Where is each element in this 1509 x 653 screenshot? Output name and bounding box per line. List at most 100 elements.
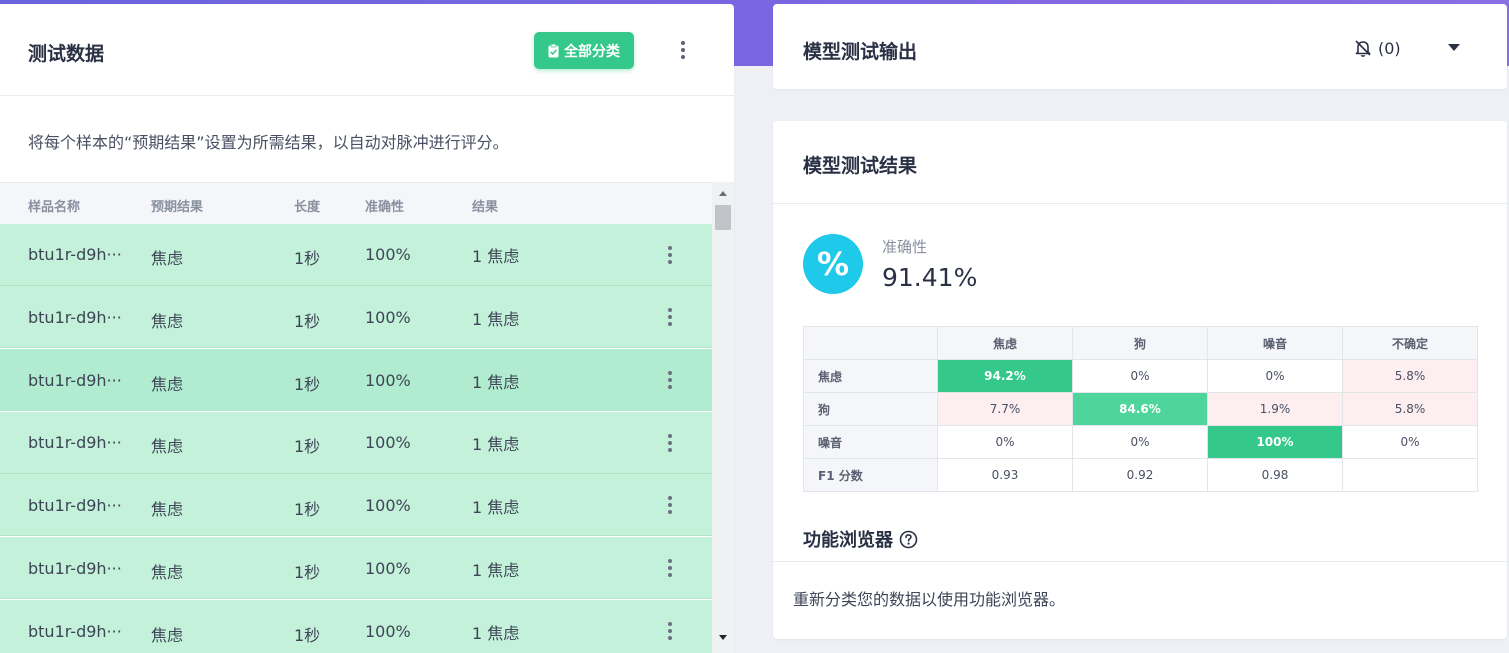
f1-score-cell: 0.93 [937,458,1073,492]
matrix-cell: 5.8% [1342,359,1478,393]
table-scrollbar[interactable] [712,182,734,653]
column-header-result[interactable]: 结果 [472,196,498,215]
sample-length: 1秒 [294,375,321,394]
matrix-column-header: 不确定 [1342,326,1478,360]
scroll-thumb[interactable] [715,205,731,230]
sample-name: btu1r-d9h··· [28,371,122,390]
test-data-panel: 测试数据 全部分类 将每个样本的“预期结果”设置为所需结果，以自动对脉冲进行评分… [0,4,734,653]
table-row[interactable]: btu1r-d9h··· 焦虑 1秒 100% 1 焦虑 [0,412,712,474]
matrix-cell: 0% [1342,425,1478,459]
sample-result: 1 焦虑 [472,624,520,643]
confusion-matrix: 焦虑 狗 噪音 不确定 焦虑 94.2% 0% 0% 5.8% 狗 7.7% 8… [803,326,1478,492]
expected-result[interactable]: 焦虑 [151,245,183,269]
sample-length: 1秒 [294,249,321,268]
matrix-row-header: F1 分数 [803,458,938,492]
sample-accuracy: 100% [365,308,411,327]
sample-result: 1 焦虑 [472,247,520,266]
matrix-column-header: 噪音 [1207,326,1343,360]
bell-off-icon [1355,40,1371,57]
row-menu-icon[interactable] [663,495,677,515]
matrix-cell: 0% [1072,359,1208,393]
test-data-header: 测试数据 全部分类 [0,4,734,96]
column-header-accuracy[interactable]: 准确性 [365,196,404,215]
sample-accuracy: 100% [365,433,411,452]
feature-explorer-message: 重新分类您的数据以使用功能浏览器。 [793,590,1066,609]
matrix-row-header: 狗 [803,392,938,426]
row-menu-icon[interactable] [663,433,677,453]
expected-result[interactable]: 焦虑 [151,559,183,583]
feature-explorer-title: 功能浏览器 [803,526,918,552]
column-header-sample-name[interactable]: 样品名称 [28,196,80,215]
percent-icon: % [803,234,863,294]
feature-explorer-title-text: 功能浏览器 [803,530,893,551]
row-menu-icon[interactable] [663,621,677,641]
expected-result[interactable]: 焦虑 [151,433,183,457]
scroll-up-arrow-icon[interactable] [719,191,727,196]
expected-result[interactable]: 焦虑 [151,308,183,332]
sample-length: 1秒 [294,563,321,582]
matrix-cell: 1.9% [1207,392,1343,426]
row-menu-icon[interactable] [663,370,677,390]
classify-all-label: 全部分类 [564,42,620,59]
model-results-title: 模型测试结果 [803,155,918,177]
table-row[interactable]: btu1r-d9h··· 焦虑 1秒 100% 1 焦虑 [0,600,712,653]
sample-length: 1秒 [294,500,321,519]
row-menu-icon[interactable] [663,307,677,327]
sample-result: 1 焦虑 [472,561,520,580]
column-header-expected[interactable]: 预期结果 [151,196,203,215]
sample-length: 1秒 [294,312,321,331]
matrix-corner [803,326,938,360]
sample-accuracy: 100% [365,245,411,264]
sample-accuracy: 100% [365,559,411,578]
column-header-length[interactable]: 长度 [294,196,320,215]
test-data-rows: btu1r-d9h··· 焦虑 1秒 100% 1 焦虑 btu1r-d9h··… [0,224,712,653]
sample-result: 1 焦虑 [472,435,520,454]
matrix-cell: 7.7% [937,392,1073,426]
classify-all-button[interactable]: 全部分类 [534,32,634,69]
expected-result[interactable]: 焦虑 [151,371,183,395]
sample-accuracy: 100% [365,496,411,515]
matrix-column-header: 狗 [1072,326,1208,360]
sample-name: btu1r-d9h··· [28,559,122,578]
matrix-row-header: 噪音 [803,425,938,459]
table-row[interactable]: btu1r-d9h··· 焦虑 1秒 100% 1 焦虑 [0,224,712,286]
notification-count: (0) [1378,38,1401,58]
sample-name: btu1r-d9h··· [28,245,122,264]
more-options-icon[interactable] [676,40,690,60]
notifications-toggle[interactable]: (0) [1353,38,1401,58]
f1-score-cell [1342,458,1478,492]
collapse-caret-icon[interactable] [1448,44,1460,51]
f1-score-cell: 0.98 [1207,458,1343,492]
f1-score-cell: 0.92 [1072,458,1208,492]
sample-name: btu1r-d9h··· [28,496,122,515]
sample-length: 1秒 [294,437,321,456]
accuracy-value: 91.41% [882,263,978,292]
row-menu-icon[interactable] [663,245,677,265]
sample-name: btu1r-d9h··· [28,622,122,641]
sample-result: 1 焦虑 [472,310,520,329]
sample-name: btu1r-d9h··· [28,308,122,327]
row-menu-icon[interactable] [663,558,677,578]
accuracy-label: 准确性 [882,238,928,256]
matrix-cell: 5.8% [1342,392,1478,426]
matrix-cell: 94.2% [937,359,1073,393]
divider [773,561,1507,562]
table-row[interactable]: btu1r-d9h··· 焦虑 1秒 100% 1 焦虑 [0,349,712,411]
matrix-cell: 0% [937,425,1073,459]
matrix-cell: 0% [1207,359,1343,393]
table-row[interactable]: btu1r-d9h··· 焦虑 1秒 100% 1 焦虑 [0,537,712,599]
table-row[interactable]: btu1r-d9h··· 焦虑 1秒 100% 1 焦虑 [0,286,712,348]
model-output-title: 模型测试输出 [803,41,918,63]
model-output-panel: 模型测试输出 (0) [773,4,1507,89]
question-circle-icon[interactable] [899,530,918,549]
matrix-cell: 0% [1072,425,1208,459]
sample-name: btu1r-d9h··· [28,433,122,452]
matrix-row-header: 焦虑 [803,359,938,393]
test-data-title: 测试数据 [28,43,105,65]
sample-result: 1 焦虑 [472,498,520,517]
table-row[interactable]: btu1r-d9h··· 焦虑 1秒 100% 1 焦虑 [0,474,712,536]
sample-result: 1 焦虑 [472,373,520,392]
scroll-down-arrow-icon[interactable] [719,635,727,640]
expected-result[interactable]: 焦虑 [151,622,183,646]
expected-result[interactable]: 焦虑 [151,496,183,520]
